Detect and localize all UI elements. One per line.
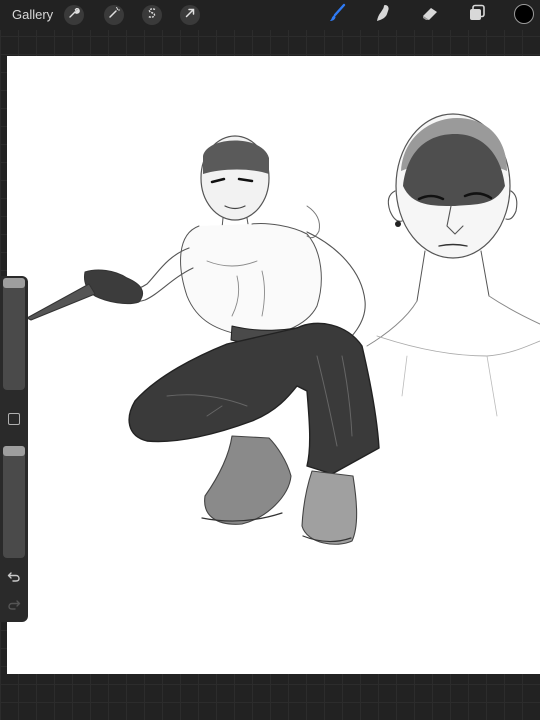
transform-button[interactable]	[180, 5, 200, 25]
smudge-tool-button[interactable]	[372, 4, 394, 26]
drawing-canvas[interactable]	[7, 56, 540, 674]
actions-button[interactable]	[64, 5, 84, 25]
eraser-tool-button[interactable]	[419, 4, 441, 26]
redo-arrow-icon[interactable]	[7, 598, 21, 612]
eraser-icon	[420, 3, 440, 28]
layers-icon	[467, 3, 487, 28]
left-sidebar	[0, 276, 28, 622]
arrow-cursor-icon	[184, 6, 196, 24]
brush-icon	[327, 3, 347, 28]
brush-tool-button[interactable]	[326, 3, 348, 28]
adjustments-button[interactable]	[104, 5, 124, 25]
layers-tool-button[interactable]	[466, 4, 488, 26]
square-modify-icon[interactable]	[8, 413, 20, 425]
selection-s-icon	[146, 6, 158, 24]
magic-wand-icon	[108, 6, 120, 24]
undo-arrow-icon[interactable]	[7, 570, 21, 584]
gallery-button[interactable]: Gallery	[12, 7, 53, 23]
color-swatch-button[interactable]	[514, 4, 534, 24]
selection-button[interactable]	[142, 5, 162, 25]
procreate-app: Gallery	[0, 0, 540, 720]
sketch-artwork	[26, 113, 540, 545]
smudge-finger-icon	[373, 3, 393, 28]
brush-size-slider[interactable]	[3, 278, 25, 390]
opacity-slider-thumb[interactable]	[3, 446, 25, 456]
opacity-slider[interactable]	[3, 446, 25, 558]
wrench-icon	[68, 6, 80, 24]
top-toolbar: Gallery	[0, 0, 540, 30]
brush-size-slider-thumb[interactable]	[3, 278, 25, 288]
